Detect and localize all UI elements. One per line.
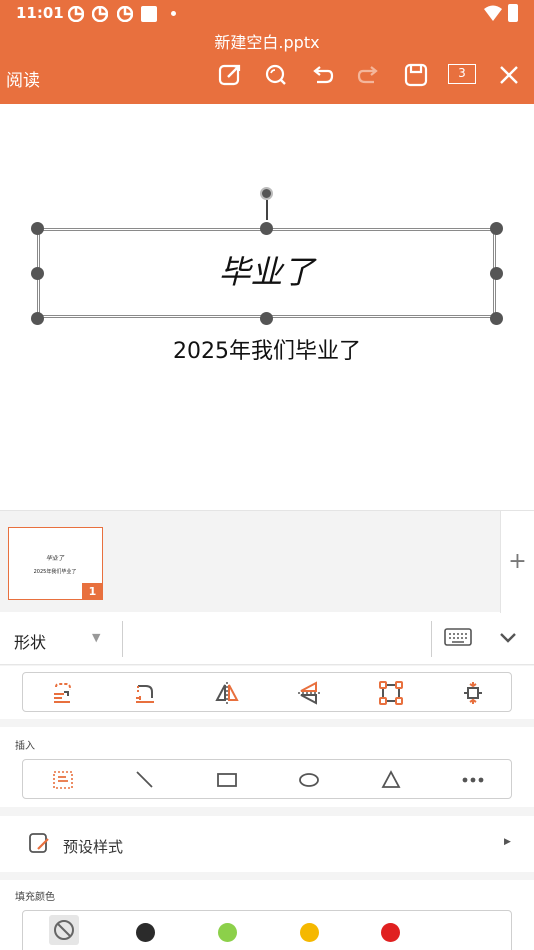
fill-color-toolbar [22,910,512,950]
resize-handle-top-right[interactable] [490,222,503,235]
chevron-right-icon: ▶ [504,837,511,847]
app-notification-icon [141,6,157,22]
thumbnail-title: 毕业了 [45,555,64,562]
send-backward-icon[interactable] [132,680,158,706]
bring-forward-icon[interactable] [50,680,76,706]
thumbnail-number-badge: 1 [82,583,103,600]
search-icon [265,64,286,85]
battery-icon [508,4,518,22]
preset-style-icon [29,833,49,853]
rectangle-icon[interactable] [214,767,240,793]
ellipse-icon[interactable] [296,767,322,793]
fill-color-swatch[interactable] [381,923,400,942]
slide-thumbnail-strip: 毕业了 2025年我们毕业了 1 + [0,510,534,613]
preset-style-label: 预设样式 [63,838,124,856]
insert-label: 插入 [15,741,35,752]
triangle-icon[interactable] [378,767,404,793]
slide-subtitle-text[interactable]: 2025年我们毕业了 [0,333,534,365]
textbox-icon[interactable] [50,767,76,793]
fill-color-swatch[interactable] [218,923,237,942]
fill-color-swatch[interactable] [300,923,319,942]
status-time: 11:01 [16,4,64,22]
slide-count-button[interactable]: 3 [448,64,476,84]
save-icon [404,63,428,87]
resize-handle-top-left[interactable] [31,222,44,235]
app-header: 11:01 新建空白.pptx 阅读 3 [0,0,534,104]
divider [122,621,123,657]
divider [431,621,432,657]
document-title: 新建空白.pptx [214,33,320,52]
undo-button[interactable] [309,62,335,88]
redo-icon [357,66,378,84]
keyboard-icon[interactable] [444,627,472,647]
more-icon[interactable] [460,767,486,793]
notification-icon [68,6,84,22]
fill-color-swatch[interactable] [136,923,155,942]
resize-handle-bottom-right[interactable] [490,312,503,325]
preset-style-row[interactable]: 预设样式 ▶ [0,816,534,872]
wifi-icon [484,5,502,21]
add-slide-button[interactable]: + [500,511,534,613]
resize-handle-bottom-left[interactable] [31,312,44,325]
line-icon[interactable] [132,767,158,793]
status-bar: 11:01 [0,0,534,28]
edit-icon [218,64,241,86]
read-mode-button[interactable]: 阅读 [6,66,40,91]
slide-title-text[interactable]: 毕业了 [37,247,496,293]
fill-color-label: 填充颜色 [15,892,55,903]
panel-tabbar: 形状 ▼ [0,613,534,665]
search-button[interactable] [263,62,289,88]
notification-icon [117,6,133,22]
save-button[interactable] [403,62,429,88]
notification-icon [92,6,108,22]
edit-button[interactable] [217,62,243,88]
slide-thumbnail[interactable]: 毕业了 2025年我们毕业了 1 [8,527,103,600]
slide-canvas[interactable]: 毕业了 2025年我们毕业了 [0,104,534,508]
thumbnail-subtitle: 2025年我们毕业了 [33,569,77,575]
resize-icon[interactable] [378,680,404,706]
resize-handle-bottom[interactable] [260,312,273,325]
shape-tab[interactable]: 形状 [14,629,46,653]
shape-tools-panel: 形状 ▼ 插入 预设样式 ▶ 填充颜色 [0,613,534,950]
close-button[interactable] [496,62,522,88]
insert-toolbar [22,759,512,799]
more-notifications-icon [171,11,176,16]
flip-horizontal-icon[interactable] [214,680,240,706]
rotate-handle-stem [266,200,268,220]
close-icon [500,66,518,84]
fit-icon[interactable] [460,680,486,706]
rotate-handle[interactable] [260,187,273,200]
flip-vertical-icon[interactable] [296,680,322,706]
chevron-down-icon[interactable]: ▼ [92,631,100,644]
undo-icon [313,66,334,84]
redo-button[interactable] [356,62,382,88]
no-fill-icon[interactable] [49,915,79,945]
collapse-panel-icon[interactable] [498,627,518,647]
arrange-toolbar [22,672,512,712]
resize-handle-top[interactable] [260,222,273,235]
